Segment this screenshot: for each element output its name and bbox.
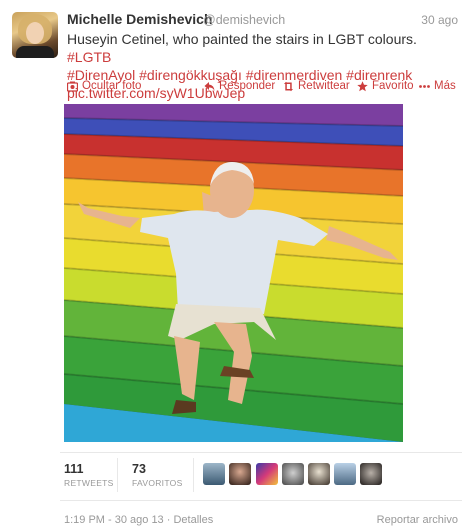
tweet-card: Michelle Demishevich @demishevich 30 ago…: [0, 0, 470, 529]
tweet-actions: Ocultar foto Responder Retwittear Favori…: [67, 80, 460, 98]
timestamp-separator: ·: [163, 514, 174, 526]
author-name[interactable]: Michelle Demishevich: [67, 11, 213, 27]
favorite-button[interactable]: Favorito: [357, 80, 414, 92]
retweets-stat[interactable]: 111 RETWEETS: [64, 462, 114, 488]
retweet-label: Retwittear: [298, 80, 350, 92]
tweet-text-plain: Huseyin Cetinel, who painted the stairs …: [67, 31, 417, 47]
favoriter-avatar[interactable]: [334, 463, 356, 485]
stats-separator: [193, 458, 194, 492]
hide-photo-label: Ocultar foto: [82, 80, 142, 92]
report-link[interactable]: Reportar archivo: [377, 514, 458, 526]
rainbow-stairs-photo: [64, 104, 403, 442]
more-label: Más: [434, 80, 456, 92]
stats-separator: [117, 458, 118, 492]
retweet-icon: [284, 81, 293, 91]
favorites-label: FAVORITOS: [132, 478, 183, 488]
star-icon: [357, 80, 368, 91]
tweet-timestamp: 1:19 PM - 30 ago 13 · Detalles: [64, 514, 213, 526]
more-icon: [419, 84, 430, 88]
reply-icon: [204, 81, 215, 91]
hide-photo-button[interactable]: Ocultar foto: [67, 80, 141, 92]
favoriter-avatar[interactable]: [229, 463, 251, 485]
hashtag-link[interactable]: #LGTB: [67, 49, 111, 65]
favorites-count: 73: [132, 462, 146, 476]
retweets-count: 111: [64, 462, 84, 476]
author-avatar[interactable]: [12, 12, 58, 58]
more-button[interactable]: Más: [419, 80, 456, 92]
retweets-label: RETWEETS: [64, 478, 114, 488]
divider: [60, 500, 462, 501]
favorite-label: Favorito: [372, 80, 414, 92]
tweet-date[interactable]: 30 ago: [421, 13, 458, 27]
timestamp-text: 1:19 PM - 30 ago 13: [64, 514, 164, 526]
reply-label: Responder: [219, 80, 276, 92]
favoriter-avatar[interactable]: [360, 463, 382, 485]
favoriter-avatar[interactable]: [282, 463, 304, 485]
author-handle[interactable]: @demishevich: [203, 13, 285, 27]
favoriter-avatar[interactable]: [203, 463, 225, 485]
reply-button[interactable]: Responder: [204, 80, 275, 92]
divider: [60, 452, 462, 453]
favoriter-avatar[interactable]: [308, 463, 330, 485]
retweet-button[interactable]: Retwittear: [283, 80, 350, 92]
tweet-photo[interactable]: [64, 104, 403, 442]
favoriter-avatar[interactable]: [256, 463, 278, 485]
details-link[interactable]: Detalles: [173, 514, 213, 526]
photo-icon: [67, 81, 78, 92]
favorites-stat[interactable]: 73 FAVORITOS: [132, 462, 183, 488]
